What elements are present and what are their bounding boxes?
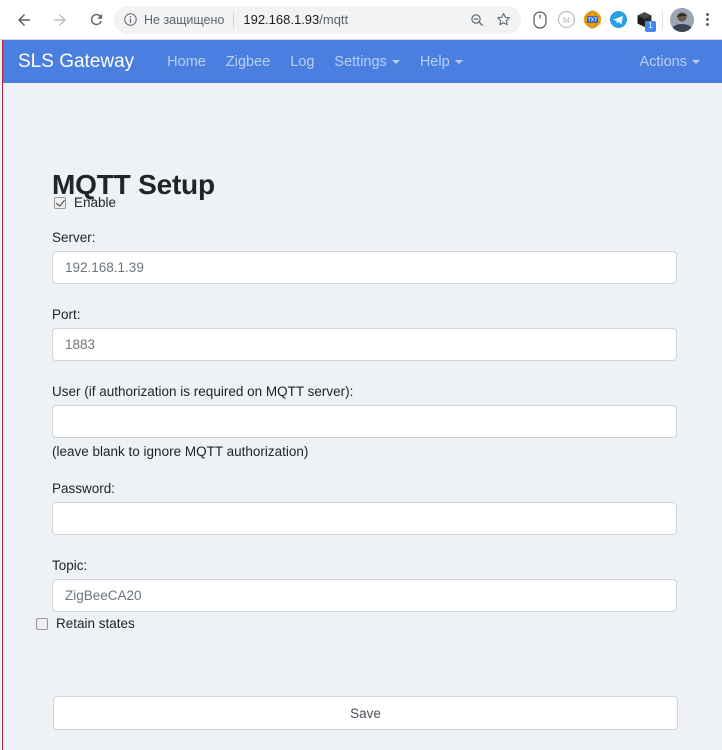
- password-input[interactable]: [52, 502, 677, 535]
- topic-input[interactable]: ZigBeeCA20: [52, 579, 677, 612]
- password-field-group: Password:: [52, 481, 677, 535]
- telegram-extension-icon[interactable]: [605, 6, 631, 34]
- nav-link-home-label: Home: [167, 53, 206, 70]
- port-field-group: Port: 1883: [52, 307, 677, 361]
- back-arrow-icon: [18, 13, 30, 26]
- extension-badge-count: 1: [645, 20, 656, 32]
- page-viewport: SLS Gateway Home Zigbee Log Settings Hel…: [0, 40, 722, 750]
- password-label: Password:: [52, 481, 116, 496]
- url-path: /mqtt: [319, 12, 349, 27]
- three-dot-menu-icon[interactable]: [694, 6, 720, 34]
- info-circle-icon[interactable]: [123, 12, 138, 27]
- user-field-group: User (if authorization is required on MQ…: [52, 384, 677, 459]
- menu-dot: [705, 13, 709, 16]
- nav-link-settings[interactable]: Settings: [324, 54, 409, 70]
- nav-link-log-label: Log: [290, 53, 315, 70]
- omnibox-divider: [233, 11, 235, 28]
- nav-link-zigbee-label: Zigbee: [225, 53, 271, 70]
- txt-globe-extension-icon[interactable]: TXT: [579, 6, 605, 34]
- back-button[interactable]: [10, 6, 38, 34]
- browser-toolbar: Не защищено 192.168.1.93/mqtt M TXT 1: [0, 0, 722, 40]
- chevron-down-icon: [391, 59, 400, 64]
- security-status-text: Не защищено: [144, 12, 225, 27]
- chevron-down-icon: [692, 59, 700, 64]
- menu-dot: [705, 23, 709, 26]
- nav-link-help-label: Help: [419, 53, 450, 70]
- forward-button[interactable]: [46, 6, 74, 34]
- reload-button[interactable]: [82, 6, 110, 34]
- mouse-extension-icon[interactable]: [527, 6, 553, 34]
- topic-field-group: Topic: ZigBeeCA20: [52, 558, 677, 612]
- enable-checkbox[interactable]: [54, 196, 66, 209]
- forward-arrow-icon: [54, 13, 66, 26]
- menu-dot: [705, 18, 709, 21]
- profile-avatar[interactable]: [670, 7, 694, 32]
- zoom-magnifier-button[interactable]: [465, 8, 489, 32]
- box-extension-icon[interactable]: 1: [631, 6, 657, 34]
- page-content: MQTT Setup Enable Server: 192.168.1.39 P…: [3, 83, 722, 750]
- url-text: 192.168.1.93/mqtt: [243, 12, 465, 27]
- nav-link-log[interactable]: Log: [280, 54, 324, 70]
- user-input[interactable]: [52, 405, 677, 438]
- navbar-brand[interactable]: SLS Gateway: [18, 51, 134, 73]
- svg-text:M: M: [563, 16, 570, 25]
- enable-checkbox-label: Enable: [74, 195, 117, 210]
- save-button[interactable]: Save: [53, 696, 678, 730]
- circled-m-extension-icon[interactable]: M: [553, 6, 579, 34]
- search-zoom-icon: [471, 13, 483, 26]
- reload-icon: [90, 13, 102, 26]
- url-host: 192.168.1.93: [243, 12, 320, 27]
- address-bar[interactable]: Не защищено 192.168.1.93/mqtt: [114, 5, 521, 34]
- chevron-down-icon: [454, 59, 463, 64]
- svg-text:TXT: TXT: [587, 17, 598, 23]
- nav-link-help[interactable]: Help: [410, 54, 473, 70]
- user-hint-text: (leave blank to ignore MQTT authorizatio…: [52, 444, 309, 459]
- nav-link-zigbee[interactable]: Zigbee: [216, 54, 280, 70]
- retain-states-label: Retain states: [56, 616, 135, 631]
- bookmark-button[interactable]: [491, 8, 515, 32]
- topic-label: Topic:: [52, 558, 88, 573]
- enable-checkbox-row[interactable]: Enable: [54, 195, 116, 210]
- server-input[interactable]: 192.168.1.39: [52, 251, 677, 284]
- user-label: User (if authorization is required on MQ…: [52, 384, 354, 399]
- server-field-group: Server: 192.168.1.39: [52, 230, 677, 284]
- nav-link-actions[interactable]: Actions: [629, 54, 710, 70]
- navbar-right: Actions: [629, 54, 710, 70]
- nav-link-actions-label: Actions: [639, 53, 687, 70]
- nav-link-home[interactable]: Home: [157, 54, 216, 70]
- nav-link-settings-label: Settings: [334, 53, 387, 70]
- server-label: Server:: [52, 230, 96, 245]
- navbar-links: Home Zigbee Log Settings Help: [157, 54, 472, 70]
- site-navbar: SLS Gateway Home Zigbee Log Settings Hel…: [3, 40, 722, 83]
- port-input[interactable]: 1883: [52, 328, 677, 361]
- star-icon: [496, 13, 510, 26]
- window-left-border: [2, 40, 3, 750]
- retain-states-checkbox-row[interactable]: Retain states: [36, 616, 135, 631]
- toolbar-divider: [662, 10, 663, 29]
- retain-states-checkbox[interactable]: [36, 617, 48, 630]
- extensions-strip: M TXT 1: [527, 6, 657, 34]
- port-label: Port:: [52, 307, 81, 322]
